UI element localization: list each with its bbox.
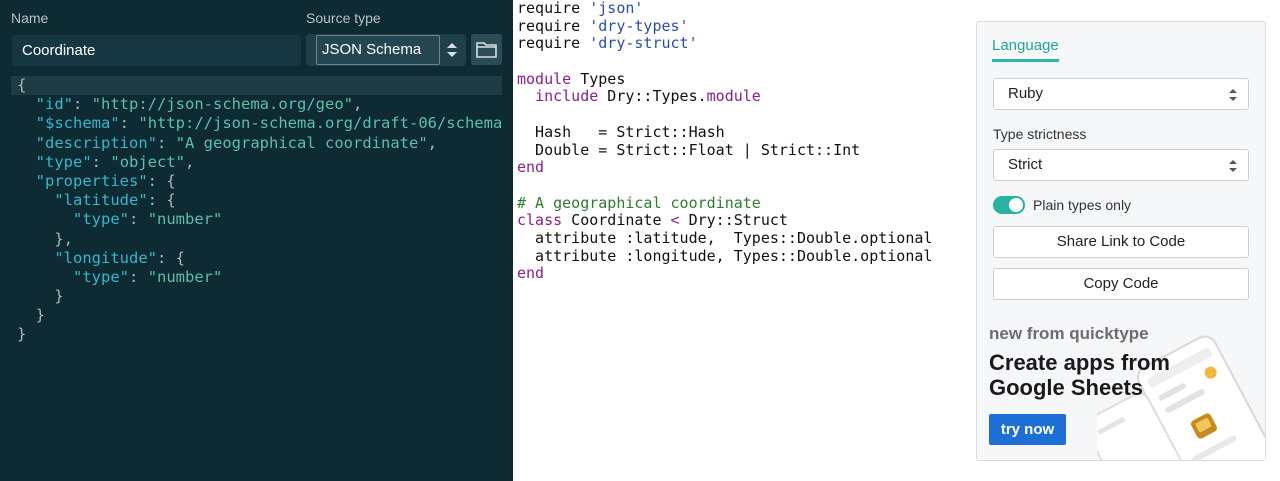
language-select[interactable]: Ruby <box>993 78 1249 110</box>
json-line: "$schema": "http://json-schema.org/draft… <box>35 114 502 133</box>
source-type-value: JSON Schema <box>316 35 440 65</box>
code-line: # A geographical coordinate <box>517 193 761 212</box>
share-link-button[interactable]: Share Link to Code <box>993 226 1249 258</box>
code-line: class Coordinate < Dry::Struct <box>517 211 788 230</box>
name-input[interactable] <box>12 35 301 66</box>
tab-language[interactable]: Language <box>992 37 1059 62</box>
json-line: "type": "object", <box>35 152 195 171</box>
code-line: end <box>517 264 545 283</box>
json-line: "id": "http://json-schema.org/geo", <box>35 95 363 114</box>
code-line: attribute :longitude, Types::Double.opti… <box>517 246 933 265</box>
code-line: include Dry::Types.module <box>535 87 761 106</box>
options-sidebar: Language Ruby Type strictness Strict Pla… <box>976 21 1266 461</box>
json-line: } <box>17 306 45 325</box>
json-line: "type": "number" <box>73 210 223 229</box>
name-label: Name <box>11 10 49 26</box>
open-file-button[interactable] <box>471 34 502 65</box>
select-arrows-icon <box>1229 160 1237 172</box>
code-line: require 'dry-types' <box>517 16 689 35</box>
code-line: end <box>517 158 545 177</box>
code-line: Double = Strict::Float | Strict::Int <box>517 140 861 159</box>
promo-headline: Create apps from Google Sheets <box>989 350 1170 400</box>
code-line: module Types <box>517 69 626 88</box>
json-line: } <box>17 325 27 344</box>
json-line: "latitude": { <box>54 191 176 210</box>
plain-types-label: Plain types only <box>1033 197 1132 213</box>
language-value: Ruby <box>1008 85 1044 102</box>
type-strictness-select[interactable]: Strict <box>993 149 1249 181</box>
source-panel: Name Source type JSON Schema { "id": "ht… <box>0 0 513 481</box>
json-line: "properties": { <box>35 171 176 190</box>
toggle-knob <box>1009 198 1023 212</box>
generated-code[interactable]: require 'json' require 'dry-types' require… <box>517 0 967 300</box>
json-line: "type": "number" <box>73 267 223 286</box>
json-line: }, <box>17 229 73 248</box>
json-line: { <box>11 76 502 96</box>
code-line: require 'dry-struct' <box>517 34 698 53</box>
try-now-button[interactable]: try now <box>989 414 1066 445</box>
source-type-label: Source type <box>306 10 381 26</box>
type-strictness-value: Strict <box>1008 156 1043 173</box>
promo-banner[interactable]: new from quicktype Create apps from Goog… <box>977 314 1265 460</box>
code-line: Hash = Strict::Hash <box>517 122 725 141</box>
code-line: require 'json' <box>517 0 644 17</box>
select-arrows-icon <box>1229 89 1237 101</box>
source-type-select[interactable]: JSON Schema <box>306 34 466 66</box>
folder-icon <box>476 42 497 58</box>
json-schema-editor[interactable]: { "id": "http://json-schema.org/geo", "$… <box>11 76 502 370</box>
plain-types-toggle[interactable] <box>993 196 1025 214</box>
select-arrows-icon <box>447 43 457 57</box>
json-line: "longitude": { <box>54 248 185 267</box>
copy-code-button[interactable]: Copy Code <box>993 268 1249 300</box>
json-line: } <box>17 287 64 306</box>
promo-kicker: new from quicktype <box>989 324 1149 343</box>
type-strictness-label: Type strictness <box>993 126 1087 142</box>
json-line: "description": "A geographical coordinat… <box>35 133 437 152</box>
code-line: attribute :latitude, Types::Double.optio… <box>517 228 933 247</box>
